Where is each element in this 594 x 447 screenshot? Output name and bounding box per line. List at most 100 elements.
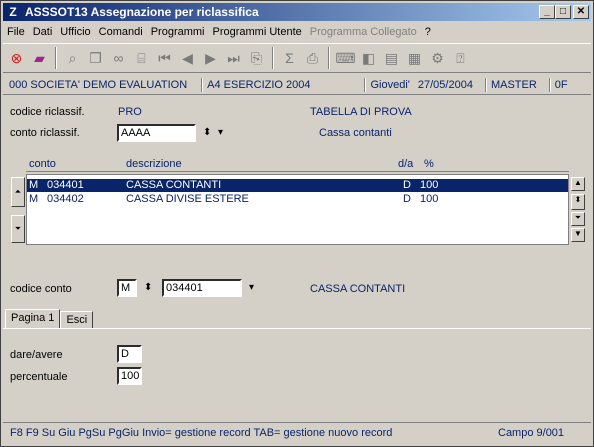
row-percentuale: 100 <box>420 193 439 205</box>
right-scroll-down-button[interactable]: ▼ <box>571 228 585 242</box>
toolbar-separator <box>272 47 274 69</box>
title-bar: Z ASSSOT13 Assegnazione per riclassifica… <box>3 3 591 21</box>
user-name: MASTER <box>490 78 537 91</box>
menu-ufficio[interactable]: Ufficio <box>56 26 94 38</box>
row-dare-avere: D <box>403 193 411 205</box>
company-name: 000 SOCIETA' DEMO EVALUATION <box>9 78 188 91</box>
main-window: Z ASSSOT13 Assegnazione per riclassifica… <box>0 0 594 447</box>
window-controls: _ □ ✕ <box>539 5 589 19</box>
menu-bar: File Dati Ufficio Comandi Programmi Prog… <box>3 22 591 41</box>
column-percentuale: % <box>424 158 434 170</box>
row-conto: 034401 <box>47 179 84 191</box>
info-separator <box>548 77 551 92</box>
codice-conto-description: CASSA CONTANTI <box>310 283 406 295</box>
conto-riclassif-input[interactable]: AAAA <box>117 124 196 142</box>
keyboard-icon[interactable]: ⌨ <box>334 46 357 70</box>
codice-conto-input[interactable]: 034401 <box>162 279 242 297</box>
info-separator <box>201 77 204 92</box>
toolbar: ⊗ ▰ ⌕ ❐ ∞ ⌸ ⏮ ◀ ▶ ⏭ ⎘ Σ ⎙ ⌨ ◧ ▤ ▦ ⚙ ⍰ <box>3 43 591 73</box>
settings-icon[interactable]: ⚙ <box>426 46 449 70</box>
tab-esci[interactable]: Esci <box>60 311 94 329</box>
book-icon[interactable]: ▰ <box>28 46 51 70</box>
current-date: 27/05/2004 <box>417 78 473 91</box>
field-counter: Campo 9/001 <box>498 426 565 439</box>
menu-comandi[interactable]: Comandi <box>95 26 147 38</box>
row-percentuale: 100 <box>420 179 439 191</box>
codice-riclassif-label: codice riclassif. <box>10 106 85 118</box>
row-tipo: M <box>29 193 39 205</box>
close-button[interactable]: ✕ <box>573 5 589 19</box>
codice-conto-label: codice conto <box>10 283 72 295</box>
stop-icon[interactable]: ⊗ <box>5 46 28 70</box>
menu-file[interactable]: File <box>3 26 29 38</box>
codice-conto-dropdown[interactable]: ▾ <box>249 282 254 293</box>
tab-strip: Pagina 1 Esci <box>5 309 94 329</box>
right-scroll-middle-button[interactable]: ⏷ <box>571 212 585 226</box>
codice-conto-spinner[interactable]: ⬍ <box>144 282 152 293</box>
row-tipo: M <box>29 179 39 191</box>
table-row[interactable]: M 034401 CASSA CONTANTI D 100 <box>27 179 568 192</box>
tab-pagina-1[interactable]: Pagina 1 <box>5 309 61 329</box>
dare-avere-label: dare/avere <box>10 349 63 361</box>
print-icon[interactable]: ⎙ <box>301 46 324 70</box>
row-descrizione: CASSA DIVISE ESTERE <box>126 193 249 205</box>
conto-riclassif-spinner[interactable]: ⬍ <box>203 127 211 138</box>
percentuale-input[interactable]: 100 <box>117 367 142 385</box>
table-row[interactable]: M 034402 CASSA DIVISE ESTERE D 100 <box>27 193 568 206</box>
session-code: 0F <box>554 78 568 91</box>
weekday: Giovedi' <box>370 78 410 91</box>
sum-icon[interactable]: Σ <box>278 46 301 70</box>
maximize-button[interactable]: □ <box>555 5 571 19</box>
conto-riclassif-description: Cassa contanti <box>319 127 392 139</box>
fiscal-year: A4 ESERCIZIO 2004 <box>207 78 311 91</box>
row-conto: 034402 <box>47 193 84 205</box>
document-edit-icon[interactable]: ▦ <box>403 46 426 70</box>
conto-riclassif-label: conto riclassif. <box>10 127 80 139</box>
stamp-icon[interactable]: ⌸ <box>130 46 153 70</box>
dare-avere-input[interactable]: D <box>117 345 142 363</box>
info-bar: 000 SOCIETA' DEMO EVALUATION A4 ESERCIZI… <box>3 75 591 95</box>
menu-dati[interactable]: Dati <box>29 26 57 38</box>
binoculars-icon[interactable]: ∞ <box>107 46 130 70</box>
minimize-button[interactable]: _ <box>539 5 555 19</box>
keyboard-hint: F8 F9 Su Giu PgSu PgGiu Invio= gestione … <box>10 426 393 439</box>
row-descrizione: CASSA CONTANTI <box>126 179 222 191</box>
accounts-grid: conto descrizione d/a % M 034401 CASSA C… <box>9 157 585 247</box>
app-icon: Z <box>9 5 17 19</box>
eraser-icon[interactable]: ◧ <box>357 46 380 70</box>
scroll-up-button[interactable]: ⏶ <box>11 177 25 207</box>
search-icon[interactable]: ⌕ <box>61 46 84 70</box>
toolbar-separator <box>328 47 330 69</box>
help-icon[interactable]: ⍰ <box>449 46 472 70</box>
next-record-icon[interactable]: ▶ <box>199 46 222 70</box>
menu-programmi-utente[interactable]: Programmi Utente <box>209 26 306 38</box>
column-descrizione: descrizione <box>126 158 182 170</box>
right-scroll-up-button[interactable]: ▲ <box>571 177 585 191</box>
grid-body: M 034401 CASSA CONTANTI D 100 M 034402 C… <box>26 174 569 245</box>
status-bar: F8 F9 Su Giu PgSu PgGiu Invio= gestione … <box>3 422 591 442</box>
first-record-icon[interactable]: ⏮ <box>153 46 176 70</box>
row-dare-avere: D <box>403 179 411 191</box>
last-record-icon[interactable]: ⏭ <box>222 46 245 70</box>
menu-help[interactable]: ? <box>421 26 435 38</box>
menu-programma-collegato: Programma Collegato <box>309 25 417 38</box>
copy-icon[interactable]: ❐ <box>84 46 107 70</box>
column-dare-avere: d/a <box>398 158 414 170</box>
window-title: ASSSOT13 Assegnazione per riclassifica <box>25 5 259 19</box>
scroll-down-button[interactable]: ⏷ <box>11 215 25 243</box>
codice-conto-tipo-input[interactable]: M <box>117 279 137 297</box>
grid-header: conto descrizione d/a % <box>26 157 569 172</box>
percentuale-label: percentuale <box>10 371 68 383</box>
table-name: TABELLA DI PROVA <box>310 106 412 118</box>
conto-riclassif-dropdown[interactable]: ▾ <box>218 127 223 138</box>
import-icon[interactable]: ⎘ <box>245 46 268 70</box>
column-conto: conto <box>29 158 56 170</box>
document-icon[interactable]: ▤ <box>380 46 403 70</box>
info-separator <box>484 77 487 92</box>
prev-record-icon[interactable]: ◀ <box>176 46 199 70</box>
menu-programmi[interactable]: Programmi <box>147 26 209 38</box>
right-page-button[interactable]: ⬍ <box>571 194 585 210</box>
codice-riclassif-value: PRO <box>118 106 142 118</box>
toolbar-separator <box>55 47 57 69</box>
info-separator <box>364 77 367 92</box>
